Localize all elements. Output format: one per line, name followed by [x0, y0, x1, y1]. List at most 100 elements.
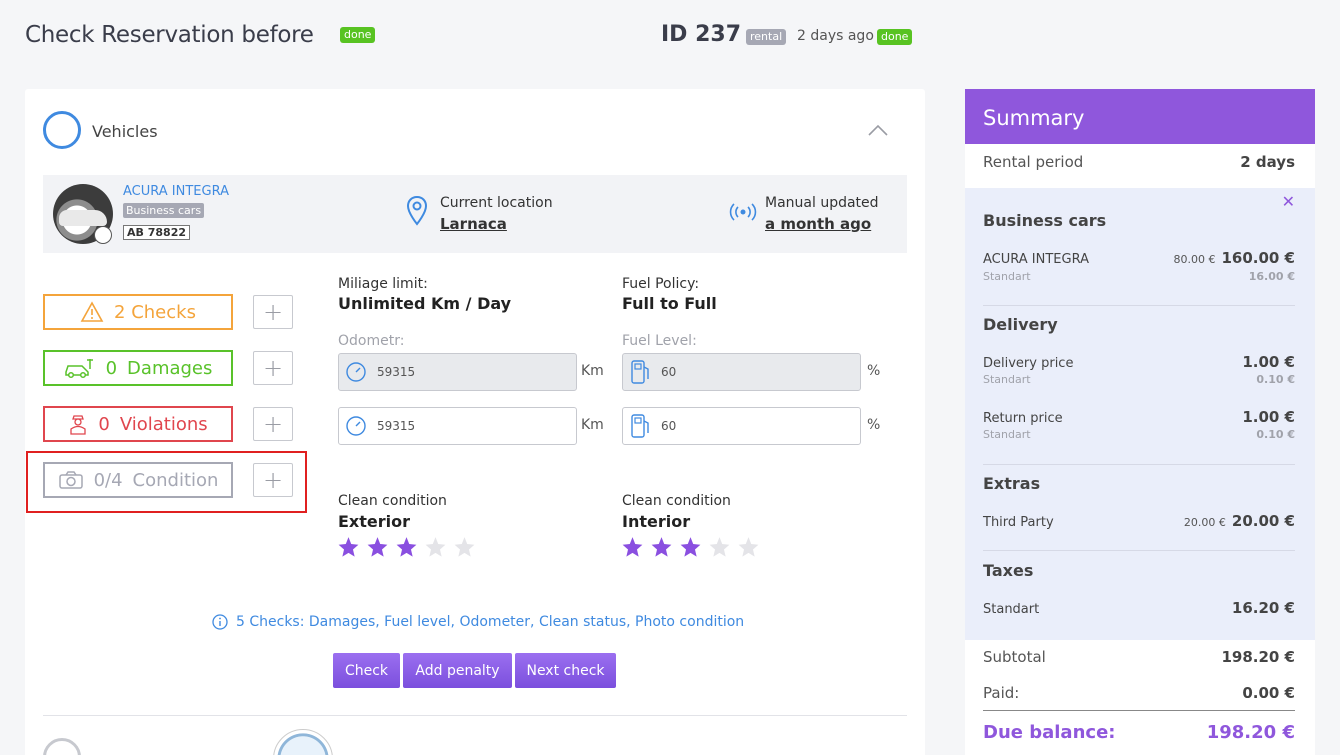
fuel-level-input[interactable]: 60 [622, 407, 861, 445]
summary-items: ✕ Business cars ACURA INTEGRA 80.00 € 160… [965, 188, 1315, 640]
violations-label: Violations [119, 413, 208, 435]
delivery-item-tax: 0.10 € [1256, 373, 1295, 386]
camera-icon [58, 471, 83, 489]
condition-button[interactable]: 0/4 Condition [43, 462, 233, 498]
star-filled-icon[interactable] [394, 535, 419, 560]
subtotal-label: Subtotal [983, 648, 1046, 666]
add-check-button[interactable]: + [253, 295, 293, 329]
summary-divider [983, 464, 1295, 465]
location-label: Current location [440, 195, 553, 211]
due-balance-value: 198.20 € [1206, 722, 1295, 743]
add-violation-button[interactable]: + [253, 407, 293, 441]
add-penalty-button[interactable]: Add penalty [403, 653, 512, 688]
car-name-link[interactable]: ACURA INTEGRA [123, 184, 229, 199]
fuel-before-value: 60 [661, 365, 677, 379]
taxes-price: 16.20 € [1231, 599, 1295, 617]
odometer-unit: Km [581, 417, 604, 433]
subtotal-value: 198.20 € [1221, 648, 1295, 666]
damages-count: 0 [105, 357, 118, 379]
odometer-before-field: 59315 [338, 353, 577, 391]
reservation-id: ID 237 [661, 22, 742, 47]
star-filled-icon[interactable] [678, 535, 703, 560]
star-filled-icon[interactable] [365, 535, 390, 560]
return-item-tax: 0.10 € [1256, 428, 1295, 441]
star-empty-icon[interactable] [452, 535, 477, 560]
fuel-level-unit: % [867, 417, 881, 433]
car-status-dot [94, 226, 112, 244]
business-cars-title: Business cars [983, 211, 1107, 230]
damages-button[interactable]: 0 Damages [43, 350, 233, 386]
close-icon[interactable]: ✕ [1282, 192, 1295, 211]
updated-value[interactable]: a month ago [765, 215, 871, 233]
taxes-price-row: Standart 16.20 € [983, 599, 1295, 617]
star-empty-icon[interactable] [736, 535, 761, 560]
subtotal-row: Subtotal 198.20 € [983, 648, 1295, 666]
add-condition-button[interactable]: + [253, 463, 293, 497]
due-balance-label: Due balance: [983, 722, 1116, 743]
extras-item-name: Third Party [983, 515, 1054, 530]
star-filled-icon[interactable] [620, 535, 645, 560]
check-button[interactable]: Check [333, 653, 400, 688]
next-check-button[interactable]: Next check [515, 653, 616, 688]
car-unit-price: 80.00 € [1173, 253, 1216, 266]
car-wrench-icon [64, 359, 93, 379]
star-empty-icon[interactable] [707, 535, 732, 560]
total-divider [983, 710, 1295, 711]
extras-title: Extras [983, 474, 1041, 493]
title-status-badge: done [340, 27, 376, 43]
delivery-title: Delivery [983, 315, 1058, 334]
interior-star-rating[interactable] [620, 535, 761, 560]
violations-button[interactable]: 0 Violations [43, 406, 233, 442]
rental-period-label: Rental period [983, 153, 1084, 171]
odometer-input[interactable]: 59315 [338, 407, 577, 445]
due-balance-row: Due balance: 198.20 € [983, 722, 1295, 743]
delivery-price-row: Delivery price 1.00 € [983, 353, 1295, 371]
fuel-level-input-value: 60 [661, 419, 677, 433]
condition-label: Condition [132, 469, 219, 491]
time-ago: 2 days ago [797, 28, 874, 44]
warning-icon [80, 301, 104, 322]
car-item-tax: 16.00 € [1248, 270, 1295, 283]
speedometer-icon [345, 359, 367, 385]
vehicles-card: Vehicles ACURA INTEGRA Business cars AB … [25, 89, 925, 755]
star-empty-icon[interactable] [423, 535, 448, 560]
checks-info-line: 5 Checks: Damages, Fuel level, Odometer,… [212, 614, 744, 630]
updated-label: Manual updated [765, 195, 879, 211]
paid-row: Paid: 0.00 € [983, 684, 1295, 702]
fuel-policy-label: Fuel Policy: [622, 276, 700, 292]
add-damage-button[interactable]: + [253, 351, 293, 385]
damages-label: Damages [127, 357, 213, 379]
exterior-star-rating[interactable] [336, 535, 477, 560]
delivery-item-sub: Standart [983, 373, 1031, 386]
car-item-sub: Standart [983, 270, 1031, 283]
location-value[interactable]: Larnaca [440, 215, 507, 233]
mileage-limit-value: Unlimited Km / Day [338, 294, 512, 313]
vehicle-info-strip: ACURA INTEGRA Business cars AB 78822 Cur… [43, 175, 907, 253]
collapse-chevron-up-icon[interactable] [868, 123, 888, 137]
car-item-name: ACURA INTEGRA [983, 252, 1089, 267]
speedometer-icon [345, 413, 367, 439]
fuel-before-field: 60 [622, 353, 861, 391]
return-item-name: Return price [983, 411, 1063, 426]
star-filled-icon[interactable] [336, 535, 361, 560]
star-filled-icon[interactable] [649, 535, 674, 560]
next-step-circle-icon [43, 738, 81, 755]
interior-label: Interior [622, 512, 691, 531]
fuel-pump-icon [629, 413, 651, 439]
odometer-label: Odometr: [338, 333, 405, 349]
car-plate: AB 78822 [123, 225, 190, 240]
violations-count: 0 [98, 413, 110, 435]
return-price: 1.00 € [1242, 408, 1295, 426]
checks-button[interactable]: 2 Checks [43, 294, 233, 330]
checks-info-text: 5 Checks: Damages, Fuel level, Odometer,… [236, 614, 745, 630]
mileage-limit-label: Miliage limit: [338, 276, 428, 292]
return-item-sub: Standart [983, 428, 1031, 441]
status-badge: done [877, 29, 913, 45]
odometer-input-value: 59315 [377, 419, 416, 433]
paid-label: Paid: [983, 684, 1020, 702]
extras-total-price: 20.00 € [1231, 512, 1295, 530]
service-logo [273, 729, 333, 755]
rental-period-row: Rental period 2 days [983, 153, 1295, 171]
rental-period-value: 2 days [1240, 153, 1295, 171]
summary-divider [983, 550, 1295, 551]
